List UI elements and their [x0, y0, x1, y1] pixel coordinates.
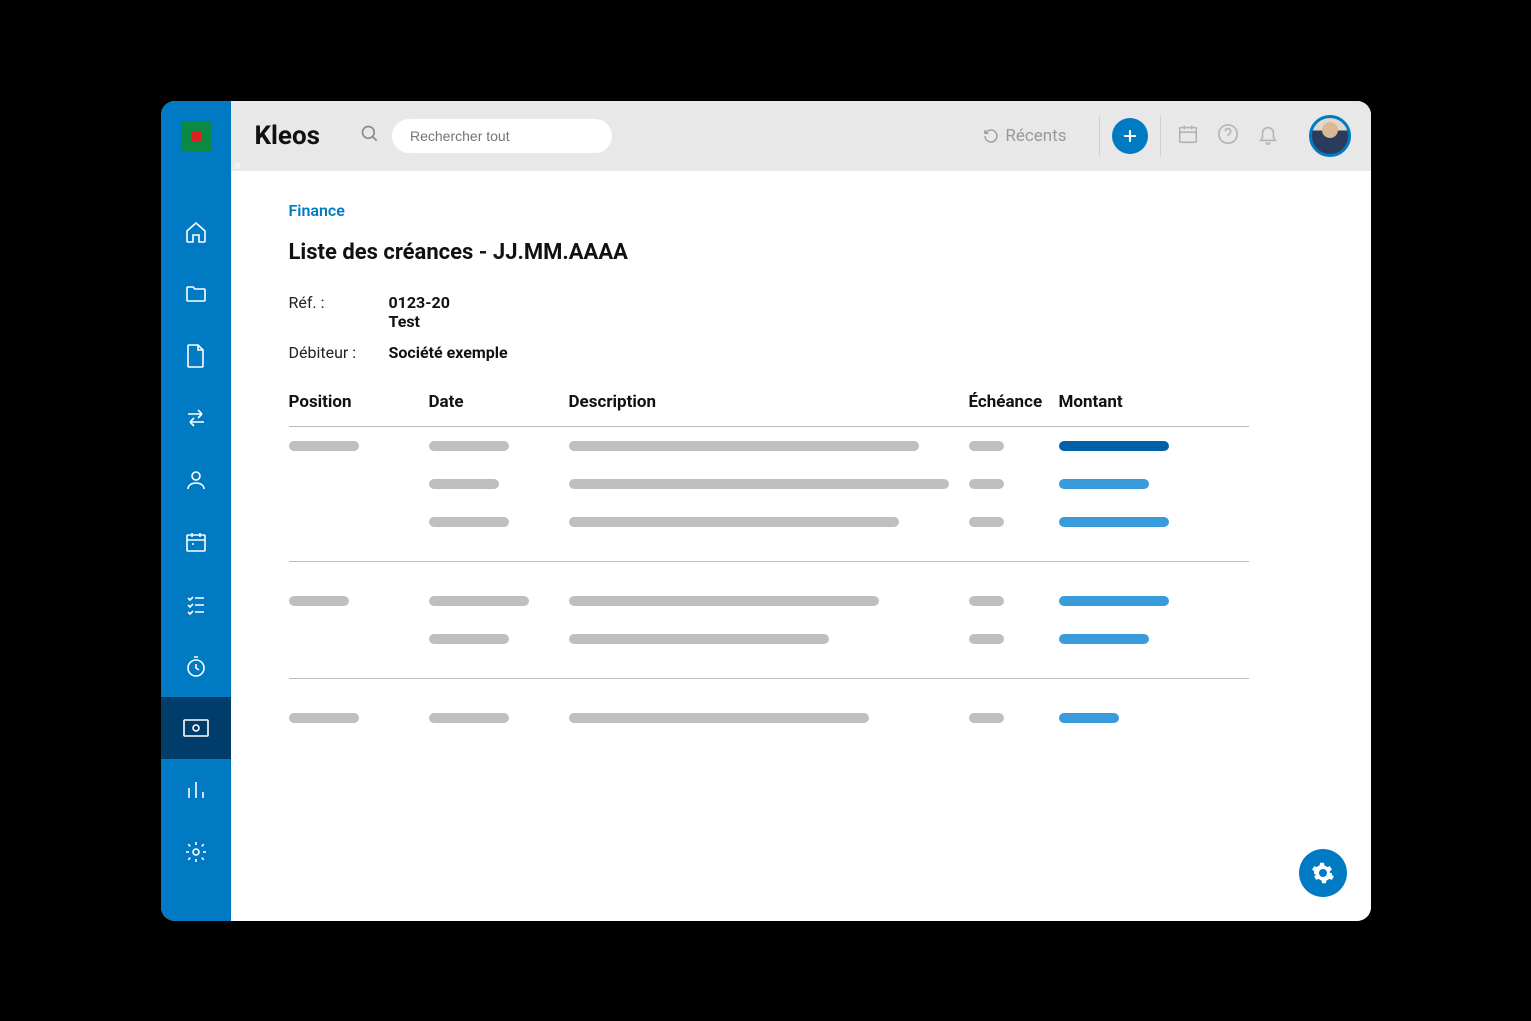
plus-icon [1120, 126, 1140, 146]
placeholder-amount [1059, 596, 1169, 606]
col-montant: Montant [1059, 392, 1219, 412]
col-position: Position [289, 392, 429, 412]
sidebar-item-folders[interactable] [161, 263, 231, 325]
receivables-table: Position Date Description Échéance Monta… [289, 392, 1249, 737]
placeholder [569, 596, 879, 606]
ref-value-id: 0123-20 [389, 293, 450, 312]
header: Kleos Récents [231, 101, 1371, 171]
calendar-icon [1177, 123, 1199, 145]
recents-label: Récents [1005, 126, 1066, 146]
checklist-icon [184, 592, 208, 616]
chart-icon [184, 778, 208, 802]
col-echeance: Échéance [969, 392, 1059, 412]
breadcrumb[interactable]: Finance [289, 201, 1331, 220]
help-icon [1217, 123, 1239, 145]
sidebar: ® [161, 101, 231, 921]
placeholder [569, 634, 829, 644]
app-logo: ® [161, 101, 231, 171]
col-description: Description [569, 392, 969, 412]
placeholder [969, 517, 1004, 527]
sidebar-item-home[interactable] [161, 201, 231, 263]
content-region: Kleos Récents [231, 101, 1371, 921]
search [360, 119, 612, 153]
search-icon[interactable] [360, 124, 380, 148]
placeholder [429, 596, 529, 606]
placeholder [289, 713, 359, 723]
sidebar-item-contacts[interactable] [161, 449, 231, 511]
person-icon [184, 468, 208, 492]
home-icon [184, 220, 208, 244]
main-content: Finance Liste des créances - JJ.MM.AAAA … [231, 171, 1371, 921]
gear-icon [184, 840, 208, 864]
ref-label: Réf. : [289, 293, 389, 331]
recents-button[interactable]: Récents [983, 126, 1066, 146]
placeholder [289, 441, 359, 451]
placeholder [969, 634, 1004, 644]
app-title: Kleos [255, 121, 320, 151]
table-header: Position Date Description Échéance Monta… [289, 392, 1249, 427]
divider [1160, 116, 1161, 156]
sidebar-item-finance[interactable] [161, 697, 231, 759]
placeholder [969, 596, 1004, 606]
sidebar-item-settings[interactable] [161, 821, 231, 883]
meta-block: Réf. : 0123-20 Test Débiteur : Société e… [289, 293, 1331, 362]
debtor-value: Société exemple [389, 343, 508, 362]
table-row [289, 582, 1249, 620]
folder-icon [184, 282, 208, 306]
placeholder-amount [1059, 479, 1149, 489]
placeholder [569, 479, 949, 489]
placeholder-amount [1059, 441, 1169, 451]
bell-icon [1257, 123, 1279, 145]
placeholder-amount [1059, 634, 1149, 644]
placeholder-amount [1059, 517, 1169, 527]
group-separator [289, 678, 1249, 679]
transfer-icon [184, 406, 208, 430]
placeholder [569, 713, 869, 723]
placeholder-amount [1059, 713, 1119, 723]
placeholder [429, 634, 509, 644]
help-button[interactable] [1217, 123, 1239, 149]
notifications-button[interactable] [1257, 123, 1279, 149]
add-button[interactable] [1112, 118, 1148, 154]
calendar-icon [184, 530, 208, 554]
table-row [289, 503, 1249, 541]
placeholder [969, 479, 1004, 489]
group-separator [289, 561, 1249, 562]
placeholder [429, 441, 509, 451]
sidebar-item-calendar[interactable] [161, 511, 231, 573]
avatar[interactable] [1309, 115, 1351, 157]
placeholder [969, 441, 1004, 451]
placeholder [429, 713, 509, 723]
placeholder [569, 517, 899, 527]
app-window: ® [161, 101, 1371, 921]
table-row [289, 427, 1249, 465]
col-date: Date [429, 392, 569, 412]
sidebar-item-timer[interactable] [161, 635, 231, 697]
gear-icon [1311, 861, 1335, 885]
placeholder [429, 479, 499, 489]
divider [1099, 116, 1100, 156]
placeholder [569, 441, 919, 451]
sidebar-item-documents[interactable] [161, 325, 231, 387]
settings-fab[interactable] [1299, 849, 1347, 897]
timer-icon [184, 654, 208, 678]
history-icon [983, 128, 999, 144]
sidebar-item-tasks[interactable] [161, 573, 231, 635]
placeholder [429, 517, 509, 527]
document-icon [185, 343, 207, 369]
money-icon [183, 719, 209, 737]
placeholder [969, 713, 1004, 723]
ref-value-name: Test [389, 312, 450, 331]
placeholder [289, 596, 349, 606]
calendar-button[interactable] [1177, 123, 1199, 149]
table-row [289, 465, 1249, 503]
sidebar-item-transfers[interactable] [161, 387, 231, 449]
sidebar-item-reports[interactable] [161, 759, 231, 821]
search-input[interactable] [392, 119, 612, 153]
page-title: Liste des créances - JJ.MM.AAAA [289, 240, 1331, 265]
table-row [289, 620, 1249, 658]
table-row [289, 699, 1249, 737]
debtor-label: Débiteur : [289, 343, 389, 362]
